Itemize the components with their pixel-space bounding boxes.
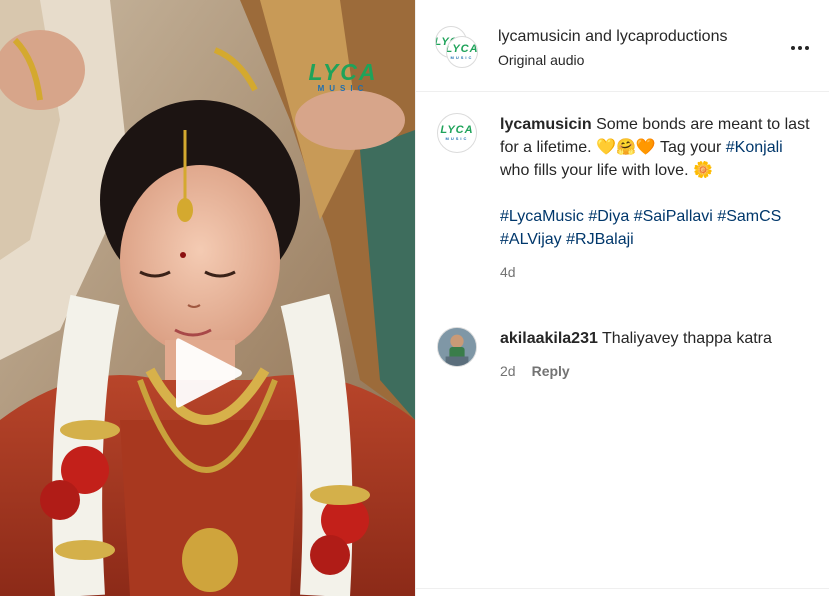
more-options-button[interactable]: [788, 36, 812, 60]
author-link-lycaproductions[interactable]: lycaproductions: [616, 28, 727, 45]
authors-joiner: and: [585, 28, 612, 45]
watermark-sub: MUSIC: [317, 84, 369, 93]
caption-username[interactable]: lycamusicin: [500, 116, 592, 133]
caption-avatar[interactable]: LYCA MUSIC: [437, 113, 477, 153]
avatar-logo-word: LYCA: [446, 43, 478, 55]
dot-icon: [791, 46, 795, 50]
avatar-logo-word: LYCA: [440, 124, 474, 136]
post-panel: LYCA LYCA MUSIC lycamusicin and lycaprod…: [415, 0, 829, 596]
comment-text: Thaliyavey thappa katra: [602, 330, 772, 347]
video-panel[interactable]: LYCA MUSIC: [0, 0, 415, 596]
avatar-lycaproductions[interactable]: LYCA MUSIC: [446, 36, 478, 68]
caption-text-part2: who fills your life with love. 🌼: [500, 162, 713, 179]
hashtag-link[interactable]: #RJBalaji: [566, 231, 634, 248]
hashtag-konjali[interactable]: #Konjali: [726, 139, 783, 156]
watermark-word: LYCA: [308, 59, 378, 85]
lyca-music-watermark: LYCA MUSIC: [302, 60, 384, 100]
reply-button[interactable]: Reply: [532, 360, 570, 383]
comment-body: akilaakila231 Thaliyavey thappa katra 2d…: [500, 327, 810, 383]
commenter-username[interactable]: akilaakila231: [500, 330, 598, 347]
divider: [416, 588, 829, 589]
caption-text: lycamusicin Some bonds are meant to last…: [500, 113, 810, 182]
child-photo-icon: [438, 328, 476, 366]
dot-icon: [805, 46, 809, 50]
caption-meta: 4d: [500, 261, 810, 284]
comment-meta: 2d Reply: [500, 360, 810, 383]
audio-link[interactable]: Original audio: [498, 52, 584, 68]
play-button[interactable]: [168, 333, 248, 413]
author-link-lycamusicin[interactable]: lycamusicin: [498, 28, 581, 45]
hashtag-link[interactable]: #SamCS: [717, 208, 781, 225]
comment-timestamp[interactable]: 2d: [500, 360, 516, 383]
caption-body: lycamusicin Some bonds are meant to last…: [500, 113, 810, 284]
hashtag-link[interactable]: #LycaMusic: [500, 208, 584, 225]
avatar-logo-sub: MUSIC: [445, 136, 469, 141]
caption-timestamp[interactable]: 4d: [500, 261, 516, 284]
avatar-logo-sub: MUSIC: [450, 55, 474, 60]
commenter-avatar[interactable]: [437, 327, 477, 367]
caption-hashtags: #LycaMusic #Diya #SaiPallavi #SamCS #ALV…: [500, 205, 810, 251]
comments-section: LYCA MUSIC lycamusicin Some bonds are me…: [416, 93, 829, 588]
post-authors: lycamusicin and lycaproductions: [498, 27, 727, 47]
post-header: LYCA LYCA MUSIC lycamusicin and lycaprod…: [416, 0, 829, 92]
dot-icon: [798, 46, 802, 50]
hashtag-link[interactable]: #Diya: [588, 208, 629, 225]
hashtag-link[interactable]: #ALVijay: [500, 231, 562, 248]
hashtag-link[interactable]: #SaiPallavi: [634, 208, 713, 225]
play-icon: [176, 338, 242, 408]
